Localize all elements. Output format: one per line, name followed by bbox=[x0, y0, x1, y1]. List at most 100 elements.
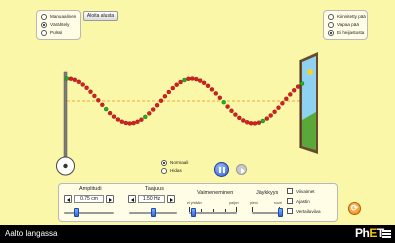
rulers-checkbox-row[interactable]: Viivaimet bbox=[287, 188, 315, 194]
wave-bead bbox=[252, 121, 258, 126]
amplitude-slider-track[interactable] bbox=[64, 212, 114, 214]
wave-bead bbox=[280, 101, 285, 106]
wave-bead bbox=[292, 88, 297, 93]
wave-bead bbox=[150, 107, 156, 112]
damping-tick bbox=[236, 207, 237, 212]
amplitude-increase-button[interactable] bbox=[106, 195, 114, 203]
wave-bead bbox=[147, 111, 152, 116]
wave-bead bbox=[217, 95, 223, 101]
wave-bead bbox=[178, 79, 183, 85]
timer-checkbox-row[interactable]: Ajastin bbox=[287, 198, 310, 204]
wave-bead bbox=[72, 77, 78, 83]
window-icon bbox=[299, 52, 318, 154]
amplitude-decrease-button[interactable] bbox=[64, 195, 72, 203]
wave-bead bbox=[100, 102, 105, 108]
wave-bead bbox=[96, 98, 101, 103]
speed-option-label: Hidas bbox=[170, 168, 182, 173]
tension-max-label: suuri bbox=[274, 201, 282, 205]
wave-bead-marker bbox=[103, 106, 109, 112]
amplitude-slider-thumb[interactable] bbox=[74, 208, 79, 217]
wrench-icon[interactable] bbox=[56, 156, 75, 176]
checkbox-label: Viivaimet bbox=[296, 188, 315, 194]
wave-bead bbox=[233, 112, 238, 117]
damping-slider-thumb[interactable] bbox=[191, 208, 197, 217]
wave-bead-marker bbox=[64, 76, 70, 81]
timer-checkbox[interactable] bbox=[287, 198, 293, 204]
wave-bead bbox=[190, 76, 195, 81]
phet-logo[interactable]: PhET bbox=[355, 226, 384, 240]
sim-title: Aalto langassa bbox=[5, 229, 58, 238]
speed-option-slow[interactable]: Hidas bbox=[161, 167, 188, 175]
frequency-increase-button[interactable] bbox=[167, 195, 175, 203]
step-forward-icon[interactable] bbox=[236, 164, 247, 175]
wave-bead bbox=[197, 78, 203, 83]
wave-bead bbox=[127, 121, 132, 126]
wave-bead bbox=[158, 98, 164, 103]
tension-min-label: pieni bbox=[250, 201, 258, 205]
wave-bead bbox=[264, 116, 269, 121]
wave-bead bbox=[284, 96, 289, 102]
wave-bead bbox=[131, 120, 136, 126]
damping-tick bbox=[201, 209, 202, 212]
tension-slider-thumb[interactable] bbox=[277, 208, 283, 217]
pause-icon[interactable] bbox=[214, 162, 229, 177]
wave-bead bbox=[84, 85, 89, 91]
reset-icon[interactable]: ⟳ bbox=[348, 202, 361, 215]
wave-bead-marker bbox=[299, 81, 305, 86]
frequency-slider-thumb[interactable] bbox=[150, 208, 156, 217]
wave-bead bbox=[295, 84, 301, 89]
frequency-decrease-button[interactable] bbox=[128, 195, 136, 203]
frequency-label: Taajuus bbox=[145, 186, 164, 192]
speed-option-normal[interactable]: Normaali bbox=[161, 159, 188, 167]
rulers-checkbox[interactable] bbox=[287, 188, 293, 194]
wave-bead-marker bbox=[221, 99, 226, 105]
animation-speed-group: Normaali Hidas bbox=[161, 159, 188, 175]
amplitude-value[interactable]: 0.75 cm bbox=[74, 195, 104, 203]
radio-speed-normal[interactable] bbox=[161, 160, 167, 166]
wave-bead bbox=[123, 120, 129, 126]
frequency-value[interactable]: 1.50 Hz bbox=[138, 195, 165, 203]
wave-bead bbox=[154, 102, 160, 108]
radio-speed-slow[interactable] bbox=[161, 168, 167, 174]
damping-tick bbox=[189, 207, 190, 212]
tension-label: Jäykkyys bbox=[256, 190, 279, 196]
wave-controls-panel: Amplitudi 0.75 cm Taajuus 1.50 Hz Vaimen… bbox=[58, 183, 338, 222]
wave-bead bbox=[209, 87, 215, 92]
wave-bead bbox=[241, 118, 246, 123]
wave-bead bbox=[119, 119, 125, 124]
wave-bead-marker bbox=[182, 77, 187, 83]
wave-bead bbox=[80, 82, 85, 87]
wave-bead bbox=[76, 79, 82, 85]
wave-bead bbox=[88, 89, 93, 94]
checkbox-label: Ajastin bbox=[296, 198, 310, 204]
wave-bead bbox=[256, 120, 262, 125]
wave-bead bbox=[170, 85, 176, 91]
damping-max-label: paljon bbox=[229, 201, 239, 205]
wave-bead-marker bbox=[143, 114, 148, 120]
damping-tick bbox=[213, 209, 214, 212]
wave-bead bbox=[225, 104, 230, 109]
wave-bead-marker bbox=[260, 118, 265, 124]
damping-min-label: ei yhtään bbox=[187, 201, 202, 205]
wave-bead bbox=[135, 119, 140, 125]
wave-bead bbox=[244, 120, 250, 125]
reference-line-checkbox-row[interactable]: Vertailuviiva bbox=[287, 208, 321, 214]
wave-bead bbox=[186, 76, 191, 82]
wave-bead bbox=[237, 115, 242, 121]
speed-option-label: Normaali bbox=[170, 160, 189, 165]
damping-slider-track[interactable] bbox=[189, 212, 237, 214]
reference-line-checkbox[interactable] bbox=[287, 208, 293, 214]
wave-bead bbox=[288, 92, 293, 97]
oscillator-rod bbox=[63, 71, 68, 165]
wave-bead bbox=[229, 108, 234, 114]
wave-bead bbox=[213, 91, 219, 96]
wave-bead bbox=[162, 94, 168, 99]
amplitude-label: Amplitudi bbox=[79, 186, 102, 192]
wave-bead bbox=[276, 105, 281, 110]
hamburger-menu-icon[interactable] bbox=[382, 230, 391, 238]
wave-bead bbox=[68, 76, 74, 81]
damping-label: Vaimeneminen bbox=[197, 190, 234, 196]
damping-tick bbox=[225, 209, 226, 212]
wave-bead bbox=[248, 121, 254, 126]
tension-slider-track[interactable] bbox=[252, 212, 280, 214]
